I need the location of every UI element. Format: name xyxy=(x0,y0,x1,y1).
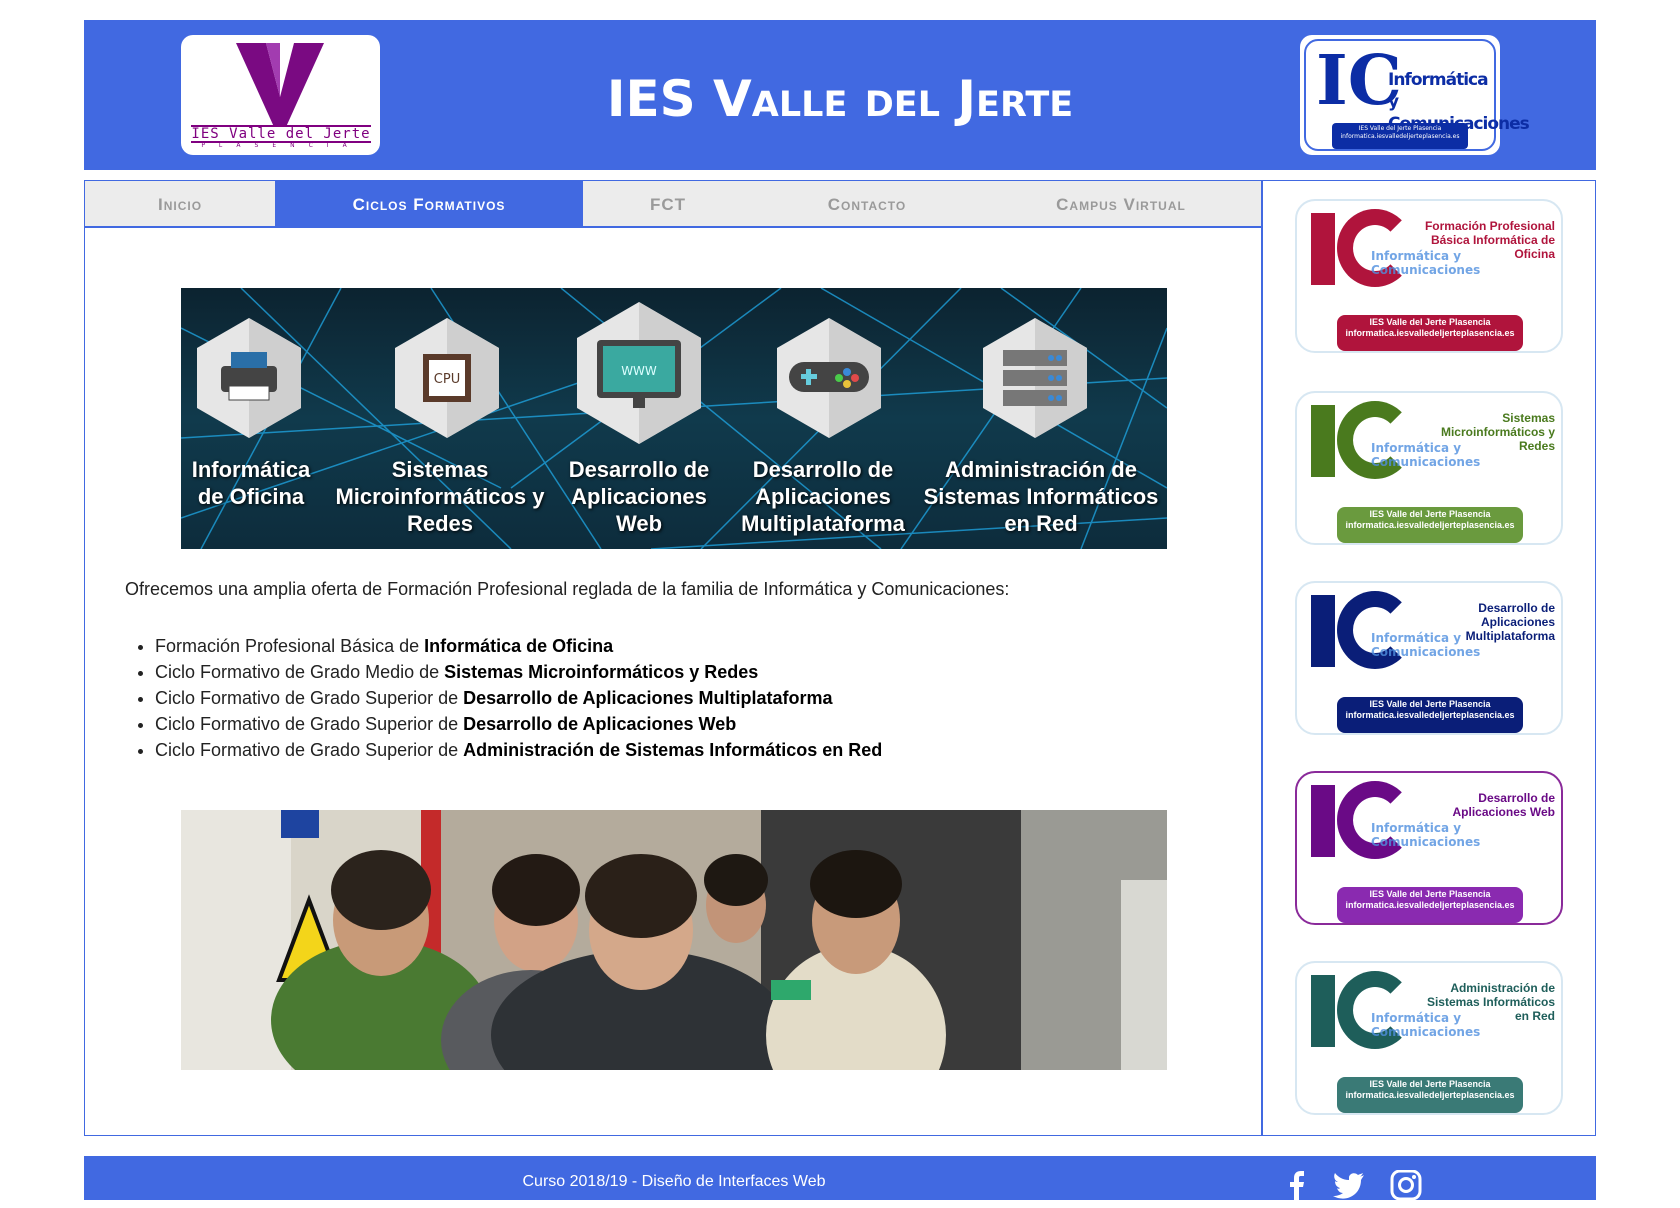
courses-list: Formación Profesional Básica de Informát… xyxy=(155,633,882,763)
logo-i-shape xyxy=(1311,975,1335,1047)
banner-label-dam: Desarrollo de Aplicaciones Multiplatafor… xyxy=(741,457,905,536)
banner-label-daw: Desarrollo de Aplicaciones Web xyxy=(568,457,710,536)
footer-text: Curso 2018/19 - Diseño de Interfaces Web xyxy=(522,1173,826,1190)
banner-label-smr: Sistemas Microinformáticos y Redes xyxy=(335,457,545,536)
www-label: WWW xyxy=(621,364,657,378)
main-content: Inicio Ciclos Formativos FCT Contacto Ca… xyxy=(84,180,1262,1136)
list-item: Formación Profesional Básica de Informát… xyxy=(155,633,882,659)
logo-band: IES Valle del Jerte Plasencia informatic… xyxy=(1337,315,1523,351)
students-photo xyxy=(181,810,1167,1070)
logo-title: Desarrollo de Aplicaciones Multiplatafor… xyxy=(1465,601,1555,643)
courses-banner: CPU WWW Informática de Oficina Sistemas … xyxy=(181,288,1167,549)
logo-title: Sistemas Microinformáticos y Redes xyxy=(1440,411,1555,453)
instagram-icon[interactable] xyxy=(1388,1170,1422,1200)
monitor-www-icon: WWW xyxy=(577,302,701,444)
sidebar-logo-daw[interactable]: Informática y Comunicaciones Desarrollo … xyxy=(1295,771,1563,925)
cpu-icon: CPU xyxy=(395,318,499,438)
nav-item-fct[interactable]: FCT xyxy=(583,181,753,228)
list-item: Ciclo Formativo de Grado Superior de Adm… xyxy=(155,737,882,763)
gamepad-icon xyxy=(777,318,881,438)
cpu-label: CPU xyxy=(434,372,460,387)
logo-band: IES Valle del Jerte Plasencia informatic… xyxy=(1337,507,1523,543)
department-logo-band: IES Valle del Jerte Plasencia informatic… xyxy=(1332,123,1468,149)
logo-i-shape xyxy=(1311,213,1335,285)
list-item: Ciclo Formativo de Grado Superior de Des… xyxy=(155,685,882,711)
logo-i-shape xyxy=(1311,785,1335,857)
site-header: IES Valle del Jerte PLASENCIA IES Valle … xyxy=(84,20,1596,170)
nav-item-ciclos-formativos[interactable]: Ciclos Formativos xyxy=(275,181,583,228)
list-item: Ciclo Formativo de Grado Superior de Des… xyxy=(155,711,882,737)
nav-item-inicio[interactable]: Inicio xyxy=(85,181,275,228)
twitter-icon[interactable] xyxy=(1332,1170,1366,1200)
logo-band: IES Valle del Jerte Plasencia informatic… xyxy=(1337,887,1523,923)
sidebar-logo-smr[interactable]: Informática y Comunicaciones Sistemas Mi… xyxy=(1295,391,1563,545)
logo-title: Desarrollo de Aplicaciones Web xyxy=(1452,791,1555,819)
banner-label-asir: Administración de Sistemas Informáticos … xyxy=(923,457,1159,536)
logo-band: IES Valle del Jerte Plasencia informatic… xyxy=(1337,1077,1523,1113)
logo-title: Administración de Sistemas Informáticos … xyxy=(1426,981,1555,1023)
department-logo[interactable]: IC Informática y Comunicaciones IES Vall… xyxy=(1300,35,1530,155)
logo-band: IES Valle del Jerte Plasencia informatic… xyxy=(1337,697,1523,733)
server-rack-icon xyxy=(983,318,1087,438)
list-item: Ciclo Formativo de Grado Medio de Sistem… xyxy=(155,659,882,685)
logo-i-shape xyxy=(1311,405,1335,477)
logo-i-shape xyxy=(1311,595,1335,667)
sidebar-logo-dam[interactable]: Informática y Comunicaciones Desarrollo … xyxy=(1295,581,1563,735)
logo-title: Formación Profesional Básica Informática… xyxy=(1424,219,1555,261)
printer-icon xyxy=(197,318,301,438)
sidebar-logo-informatica-oficina[interactable]: Informática y Comunicaciones Formación P… xyxy=(1295,199,1563,353)
site-footer: Curso 2018/19 - Diseño de Interfaces Web xyxy=(84,1156,1596,1200)
sidebar: Informática y Comunicaciones Formación P… xyxy=(1262,180,1596,1136)
banner-label-informatica-oficina: Informática de Oficina xyxy=(191,457,311,509)
nav-item-contacto[interactable]: Contacto xyxy=(753,181,981,228)
sidebar-logo-asir[interactable]: Informática y Comunicaciones Administrac… xyxy=(1295,961,1563,1115)
facebook-icon[interactable] xyxy=(1280,1170,1314,1200)
main-nav: Inicio Ciclos Formativos FCT Contacto Ca… xyxy=(85,181,1261,228)
students-photo-image xyxy=(181,810,1167,1070)
nav-item-campus-virtual[interactable]: Campus Virtual xyxy=(981,181,1261,228)
intro-text: Ofrecemos una amplia oferta de Formación… xyxy=(125,579,1010,599)
logo-subtitle: Informática y Comunicaciones xyxy=(1371,821,1481,849)
